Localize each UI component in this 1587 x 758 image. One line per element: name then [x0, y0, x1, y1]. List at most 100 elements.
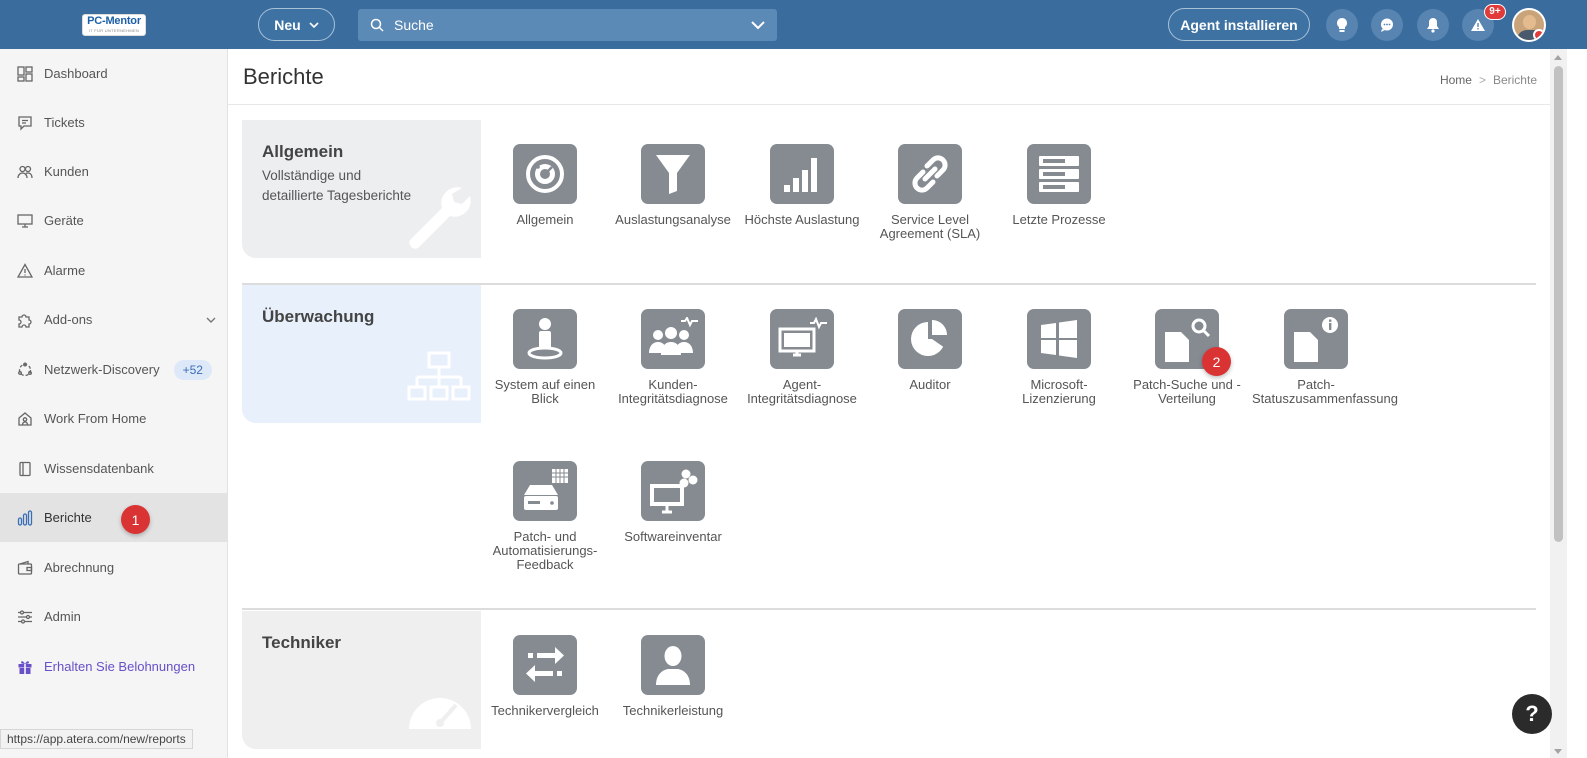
- report-technikervergleich[interactable]: Technikervergleich: [481, 635, 609, 718]
- help-button[interactable]: ?: [1512, 694, 1552, 734]
- sidebar-item-geraete[interactable]: Geräte: [0, 196, 228, 245]
- category-title: Techniker: [262, 633, 342, 652]
- step-marker-1: 1: [121, 505, 150, 534]
- sidebar: Dashboard Tickets Kunden Geräte Alarme A…: [0, 49, 228, 758]
- user-silhouette-icon: [641, 635, 705, 695]
- dashboard-gauge-icon: [513, 144, 577, 204]
- sidebar-item-netzwerk-discovery[interactable]: Netzwerk-Discovery +52: [0, 345, 228, 394]
- lightbulb-icon[interactable]: [1326, 9, 1358, 41]
- home-icon: [16, 410, 34, 428]
- person-on-platform-icon: [513, 309, 577, 369]
- category-allgemein: Allgemein Vollständige und detaillierte …: [242, 120, 481, 258]
- report-agent-integritaetsdiagnose[interactable]: Agent-Integritätsdiagnose: [738, 309, 866, 406]
- scrollbar[interactable]: [1550, 49, 1567, 758]
- install-agent-button[interactable]: Agent installieren: [1168, 8, 1310, 41]
- monitor-health-icon: [770, 309, 834, 369]
- section-divider: [242, 608, 1536, 610]
- report-label: System auf einen Blick: [494, 377, 596, 406]
- sliders-icon: [16, 608, 34, 626]
- sidebar-item-label: Kunden: [44, 164, 89, 179]
- report-auslastungsanalyse[interactable]: Auslastungsanalyse: [609, 144, 737, 227]
- sidebar-item-wissensdatenbank[interactable]: Wissensdatenbank: [0, 444, 228, 493]
- ticket-icon: [16, 114, 34, 132]
- report-label: Patch-Statuszusammenfassung: [1252, 377, 1398, 406]
- report-kunden-integritaetsdiagnose[interactable]: Kunden-Integritätsdiagnose: [609, 309, 737, 406]
- document-info-icon: [1284, 309, 1348, 369]
- chevron-down-icon[interactable]: [751, 21, 765, 29]
- scroll-up-arrow-icon[interactable]: [1554, 55, 1562, 60]
- sidebar-item-dashboard[interactable]: Dashboard: [0, 49, 228, 98]
- report-microsoft-lizenzierung[interactable]: Microsoft-Lizenzierung: [995, 309, 1123, 406]
- sidebar-item-label: Netzwerk-Discovery: [44, 362, 160, 377]
- sidebar-item-label: Dashboard: [44, 66, 108, 81]
- sidebar-item-work-from-home[interactable]: Work From Home: [0, 394, 228, 443]
- report-label: Patch- und Automatisierungs-Feedback: [492, 529, 598, 572]
- report-label: Technikerleistung: [622, 703, 724, 718]
- alerts-badge: 9+: [1484, 4, 1506, 20]
- network-tree-icon: [407, 351, 471, 401]
- sidebar-item-label: Alarme: [44, 263, 86, 278]
- logo-tagline: IT FÜR UNTERNEHMEN: [88, 28, 140, 33]
- breadcrumb-current: Berichte: [1492, 73, 1537, 87]
- monitor-software-icon: [641, 461, 705, 521]
- chevron-down-icon[interactable]: [206, 317, 216, 323]
- top-bar: PC-Mentor IT FÜR UNTERNEHMEN Neu Suche A…: [0, 0, 1587, 49]
- report-hoechste-auslastung[interactable]: Höchste Auslastung: [738, 144, 866, 227]
- pie-chart-icon: [898, 309, 962, 369]
- breadcrumb: Home > Berichte: [1440, 73, 1537, 87]
- report-softwareinventar[interactable]: Softwareinventar: [609, 461, 737, 544]
- sidebar-item-label: Admin: [44, 609, 81, 624]
- category-title: Allgemein: [262, 142, 344, 161]
- new-button[interactable]: Neu: [258, 8, 335, 41]
- sidebar-item-admin[interactable]: Admin: [0, 592, 228, 641]
- report-label: Allgemein: [516, 212, 574, 227]
- new-button-label: Neu: [274, 16, 301, 33]
- category-title: Überwachung: [262, 307, 375, 326]
- sidebar-item-berichte[interactable]: Berichte: [0, 493, 228, 542]
- sidebar-item-label: Work From Home: [44, 411, 147, 426]
- avatar[interactable]: [1512, 8, 1546, 42]
- category-techniker: Techniker: [242, 611, 481, 749]
- report-label: Höchste Auslastung: [744, 212, 860, 227]
- report-technikerleistung[interactable]: Technikerleistung: [609, 635, 737, 718]
- scrollbar-thumb[interactable]: [1554, 66, 1563, 542]
- chat-icon[interactable]: [1371, 9, 1403, 41]
- swap-arrows-icon: [513, 635, 577, 695]
- bell-icon[interactable]: [1417, 9, 1449, 41]
- report-system-auf-einen-blick[interactable]: System auf einen Blick: [481, 309, 609, 406]
- bar-chart-icon: [16, 509, 34, 527]
- sidebar-item-label: Berichte: [44, 510, 92, 525]
- report-label: Agent-Integritätsdiagnose: [747, 377, 857, 406]
- report-auditor[interactable]: Auditor: [866, 309, 994, 392]
- sidebar-item-label: Tickets: [44, 115, 85, 130]
- report-patch-automatisierungs-feedback[interactable]: Patch- und Automatisierungs-Feedback: [481, 461, 609, 572]
- sidebar-item-tickets[interactable]: Tickets: [0, 98, 228, 147]
- report-sla[interactable]: Service Level Agreement (SLA): [866, 144, 994, 241]
- monitor-icon: [16, 212, 34, 230]
- status-url: https://app.atera.com/new/reports: [0, 729, 193, 749]
- network-icon: [16, 361, 34, 379]
- report-patch-suche[interactable]: Patch-Suche und -Verteilung: [1123, 309, 1251, 406]
- sidebar-item-rewards[interactable]: Erhalten Sie Belohnungen: [0, 642, 228, 691]
- report-label: Microsoft-Lizenzierung: [1022, 377, 1096, 406]
- category-description: Vollständige und detaillierte Tagesberic…: [262, 168, 412, 203]
- customers-icon: [16, 163, 34, 181]
- signal-bars-icon: [770, 144, 834, 204]
- report-letzte-prozesse[interactable]: Letzte Prozesse: [995, 144, 1123, 227]
- search-box[interactable]: Suche: [358, 9, 777, 41]
- scroll-down-arrow-icon[interactable]: [1554, 749, 1562, 754]
- sidebar-item-kunden[interactable]: Kunden: [0, 147, 228, 196]
- breadcrumb-home[interactable]: Home: [1440, 73, 1472, 87]
- report-patch-statuszusammenfassung[interactable]: Patch-Statuszusammenfassung: [1252, 309, 1398, 406]
- report-label: Technikervergleich: [491, 703, 599, 718]
- sidebar-item-alarme[interactable]: Alarme: [0, 246, 228, 295]
- report-label: Softwareinventar: [624, 529, 722, 544]
- drive-table-icon: [513, 461, 577, 521]
- logo[interactable]: PC-Mentor IT FÜR UNTERNEHMEN: [82, 14, 146, 36]
- sidebar-item-abrechnung[interactable]: Abrechnung: [0, 543, 228, 592]
- search-input[interactable]: Suche: [394, 17, 751, 33]
- report-label: Auditor: [909, 377, 951, 392]
- sidebar-item-addons[interactable]: Add-ons: [0, 295, 228, 344]
- page-title: Berichte: [243, 64, 324, 89]
- report-allgemein[interactable]: Allgemein: [481, 144, 609, 227]
